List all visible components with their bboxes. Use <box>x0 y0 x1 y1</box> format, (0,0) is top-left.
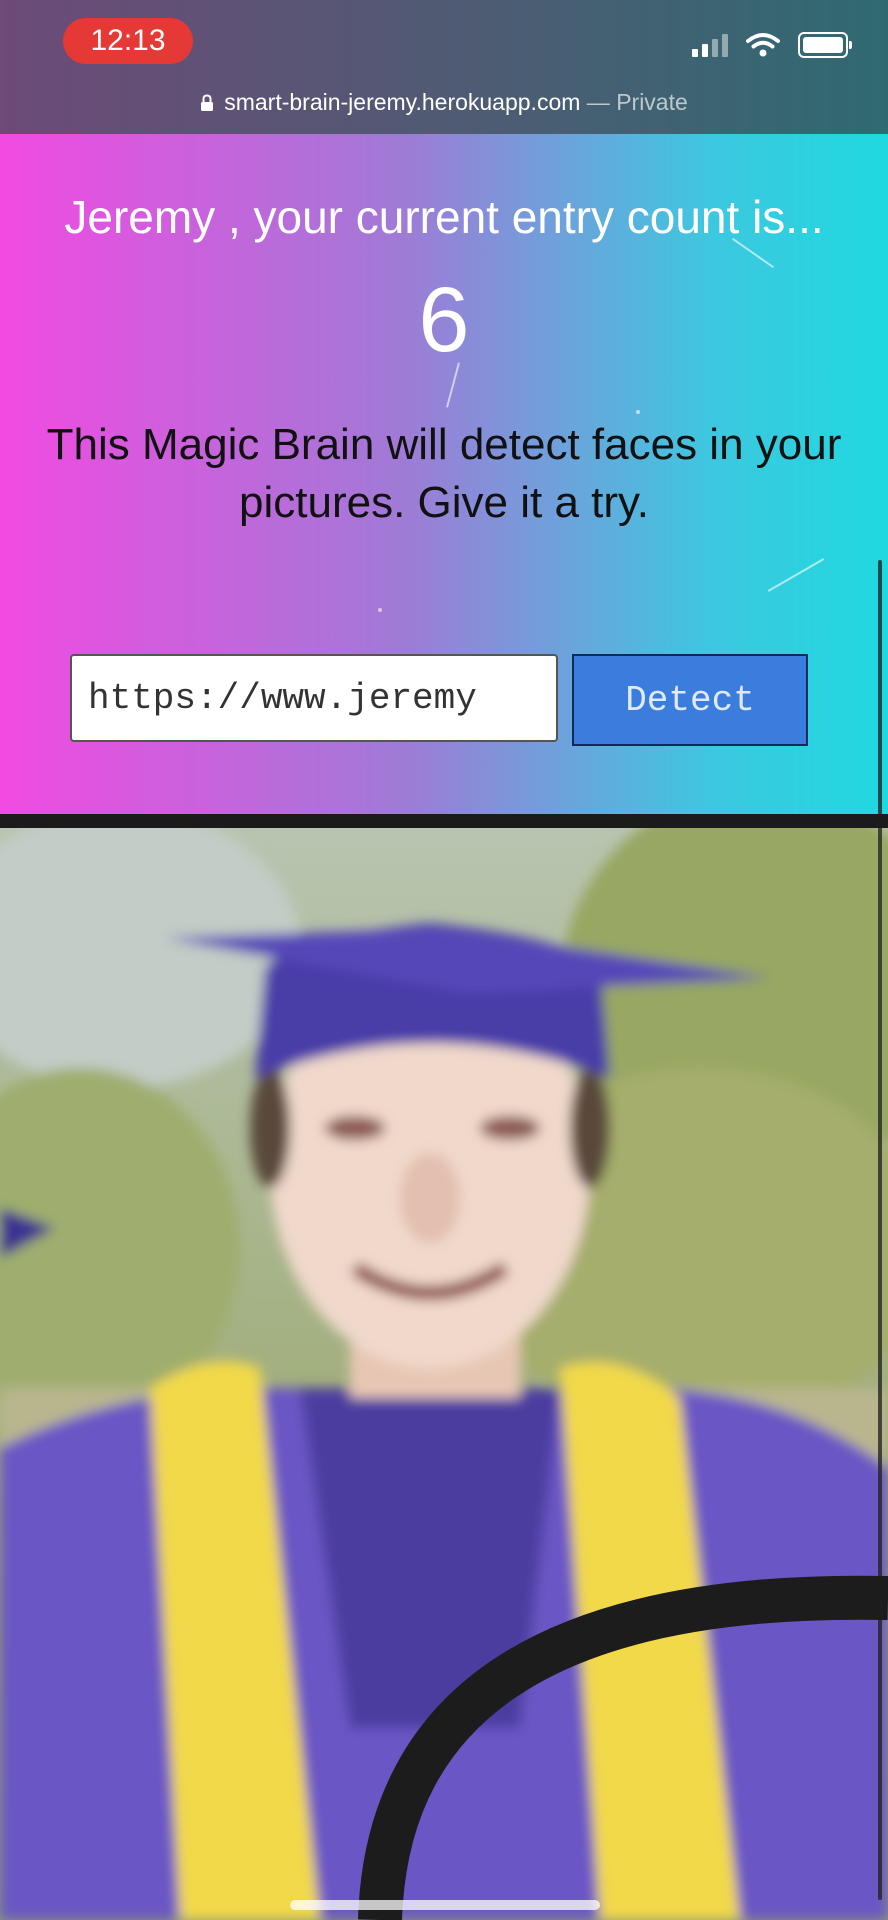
wifi-icon <box>746 33 780 57</box>
intro-text: This Magic Brain will detect faces in yo… <box>46 420 842 527</box>
page-scrollbar[interactable] <box>878 560 882 1900</box>
cellular-signal-icon <box>692 33 728 57</box>
graduate-photo <box>0 828 888 1920</box>
entry-count: 6 <box>418 269 470 371</box>
url-bar[interactable]: smart-brain-jeremy.herokuapp.com — Priva… <box>0 84 888 120</box>
detect-button[interactable]: Detect <box>572 654 808 746</box>
app-hero: Jeremy , your current entry count is... … <box>0 134 888 814</box>
welcome-message: Jeremy , your current entry count is... <box>64 191 824 243</box>
url-text: smart-brain-jeremy.herokuapp.com <box>224 89 581 115</box>
home-indicator[interactable] <box>290 1900 600 1910</box>
image-url-input[interactable] <box>70 654 558 742</box>
image-link-form: Detect <box>70 654 810 746</box>
battery-icon <box>798 32 852 58</box>
private-mode-label: Private <box>616 89 688 115</box>
status-icons <box>692 28 852 62</box>
browser-top-bar: 12:13 smart-brain-jeremy.herokuapp.com —… <box>0 0 888 134</box>
lock-icon <box>201 94 214 111</box>
status-time[interactable]: 12:13 <box>63 18 193 64</box>
face-recognition-image <box>0 828 888 1920</box>
url-separator: — <box>580 89 617 115</box>
